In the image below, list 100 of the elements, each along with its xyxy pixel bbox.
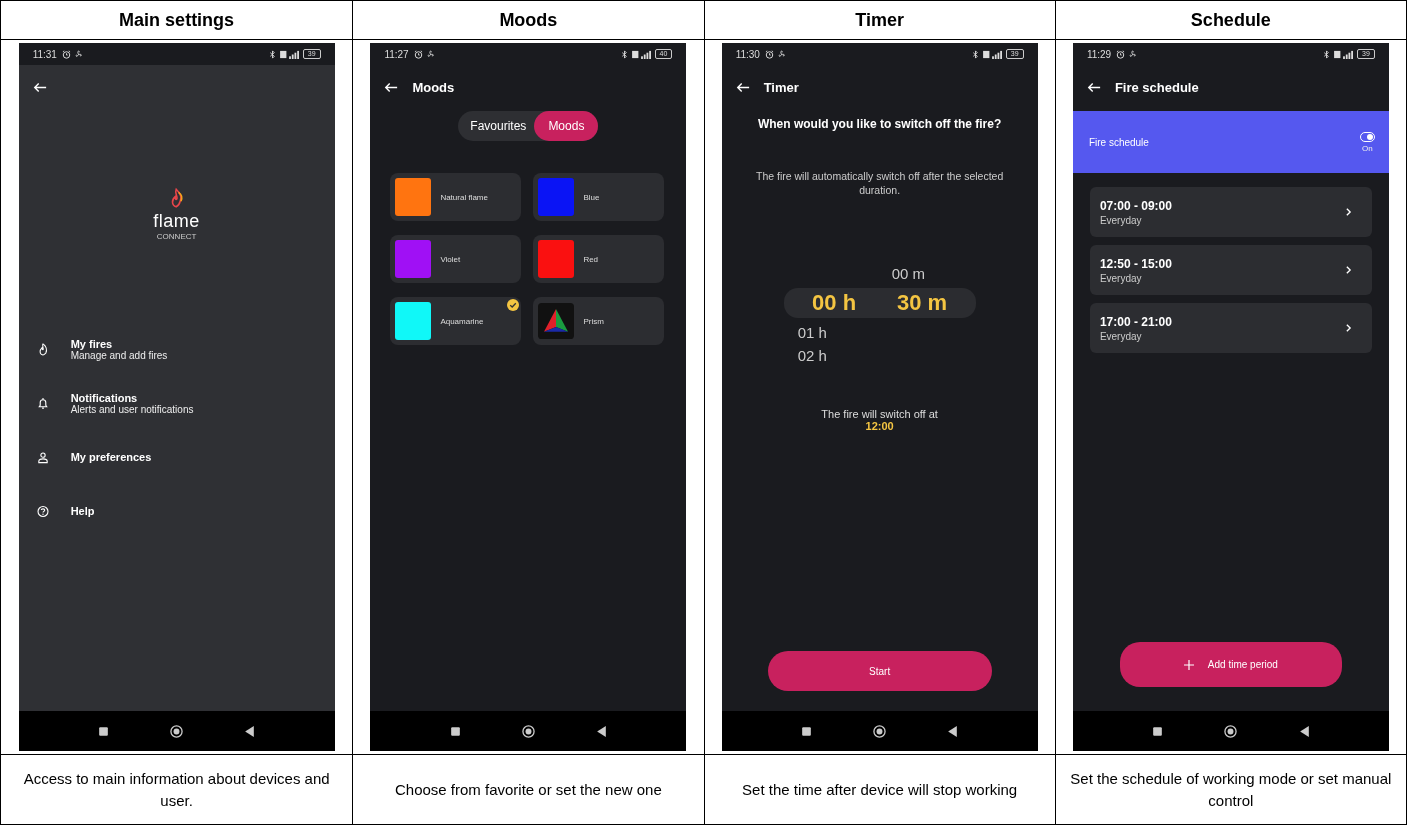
back-arrow-icon[interactable]: [735, 81, 750, 93]
bell-icon: [36, 396, 49, 410]
fan-icon: [425, 49, 435, 59]
column-caption: Set the schedule of working mode or set manual control: [1069, 768, 1392, 811]
mood-name: Prism: [583, 316, 604, 326]
time-period-row[interactable]: 07:00 - 09:00 Everyday: [1089, 187, 1372, 237]
status-time: 11:31: [32, 48, 57, 60]
menu-item-title: My preferences: [70, 451, 152, 463]
period-time: 17:00 - 21:00: [1099, 314, 1172, 329]
mood-card[interactable]: Prism: [533, 297, 665, 345]
menu-item[interactable]: Notifications Alerts and user notifications: [18, 381, 335, 425]
mood-card[interactable]: Red: [533, 235, 665, 283]
menu-item[interactable]: Help: [18, 489, 335, 533]
menu-item[interactable]: My preferences: [18, 435, 335, 479]
back-arrow-icon[interactable]: [384, 81, 399, 93]
column-caption: Choose from favorite or set the new one: [394, 779, 662, 800]
mood-card[interactable]: Aquamarine: [390, 297, 522, 345]
switch-off-time: 12:00: [865, 420, 894, 433]
status-time: 11:27: [384, 48, 409, 60]
hour-option[interactable]: 02 h: [783, 347, 880, 365]
menu-item-title: Help: [70, 505, 95, 517]
banner-label: Fire schedule: [1088, 136, 1149, 148]
column-heading: Main settings: [119, 9, 235, 31]
status-time: 11:30: [735, 48, 760, 60]
bluetooth-icon: [1322, 49, 1332, 59]
period-days: Everyday: [1099, 214, 1172, 226]
menu-item-title: Notifications: [70, 391, 139, 404]
time-period-row[interactable]: 12:50 - 15:00 Everyday: [1089, 245, 1372, 295]
timer-description: The fire will automatically switch off after the selected duration.: [755, 169, 1005, 198]
column-caption: Set the time after device will stop working: [742, 779, 1018, 800]
menu-item[interactable]: My fires Manage and add fires: [18, 327, 335, 371]
alarm-icon: [1116, 49, 1126, 59]
column-heading: Timer: [855, 9, 904, 31]
bluetooth-icon: [970, 49, 980, 59]
selected-hours: 00 h: [812, 290, 857, 317]
signal-icon: [982, 49, 1003, 59]
chevron-right-icon: [1344, 323, 1352, 333]
period-time: 07:00 - 09:00: [1099, 198, 1172, 213]
hour-option[interactable]: 01 h: [783, 324, 880, 342]
back-triangle-icon[interactable]: [243, 724, 257, 738]
signal-icon: [279, 49, 300, 59]
mood-card[interactable]: Natural flame: [390, 173, 522, 221]
period-days: Everyday: [1099, 330, 1172, 342]
bluetooth-icon: [619, 49, 629, 59]
recents-square-icon[interactable]: [799, 724, 813, 738]
recents-square-icon[interactable]: [448, 724, 462, 738]
home-circle-icon[interactable]: [521, 724, 535, 738]
mood-card[interactable]: Blue: [533, 173, 665, 221]
back-arrow-icon[interactable]: [32, 81, 47, 93]
time-period-row[interactable]: 17:00 - 21:00 Everyday: [1089, 303, 1372, 353]
chevron-right-icon: [1344, 265, 1352, 275]
recents-square-icon[interactable]: [96, 724, 110, 738]
mood-card[interactable]: Violet: [390, 235, 522, 283]
toggle-state: On: [1362, 143, 1373, 153]
selected-duration[interactable]: 00 h 30 m: [783, 288, 976, 319]
mood-name: Red: [583, 254, 599, 264]
back-triangle-icon[interactable]: [1297, 724, 1311, 738]
menu-item-subtitle: Alerts and user notifications: [70, 403, 194, 415]
menu-item-subtitle: Manage and add fires: [70, 349, 168, 361]
screen-title: Timer: [763, 79, 799, 95]
column-caption: Access to main information about devices and user.: [22, 768, 331, 811]
period-days: Everyday: [1099, 272, 1172, 284]
segment-tab[interactable]: Favourites: [458, 111, 535, 141]
timer-question: When would you like to switch off the fire?: [756, 117, 1003, 131]
home-circle-icon[interactable]: [1224, 724, 1238, 738]
minute-option[interactable]: 00 m: [879, 265, 976, 283]
logo-wordmark: flame: [153, 211, 200, 232]
chevron-right-icon: [1344, 207, 1352, 217]
add-time-period-button[interactable]: Add time period: [1119, 642, 1342, 687]
fan-icon: [776, 49, 786, 59]
help-icon: [36, 504, 49, 518]
bluetooth-icon: [267, 49, 277, 59]
back-triangle-icon[interactable]: [595, 724, 609, 738]
fan-icon: [73, 49, 83, 59]
home-circle-icon[interactable]: [170, 724, 184, 738]
prism-icon: [538, 302, 575, 340]
column-heading: Moods: [499, 9, 558, 31]
mood-name: Aquamarine: [440, 316, 484, 326]
mood-name: Natural flame: [440, 192, 488, 202]
recents-square-icon[interactable]: [1151, 724, 1165, 738]
back-triangle-icon[interactable]: [946, 724, 960, 738]
selected-minutes: 30 m: [897, 290, 948, 317]
alarm-icon: [764, 49, 774, 59]
alarm-icon: [61, 49, 71, 59]
home-circle-icon[interactable]: [873, 724, 887, 738]
screen-title: Moods: [412, 79, 455, 95]
start-button[interactable]: Start: [767, 651, 992, 691]
menu-item-title: My fires: [70, 337, 114, 350]
signal-icon: [1334, 49, 1355, 59]
logo-tagline: CONNECT: [156, 232, 197, 241]
fan-icon: [1128, 49, 1138, 59]
signal-icon: [631, 49, 652, 59]
status-time: 11:29: [1086, 48, 1112, 60]
mood-name: Violet: [440, 254, 461, 264]
switch-off-label: The fire will switch off at: [821, 408, 938, 421]
segment-tab[interactable]: Moods: [534, 111, 599, 141]
screen-title: Fire schedule: [1114, 79, 1199, 95]
back-arrow-icon[interactable]: [1086, 81, 1101, 93]
mood-name: Blue: [583, 192, 600, 202]
plus-icon: [1183, 659, 1194, 670]
